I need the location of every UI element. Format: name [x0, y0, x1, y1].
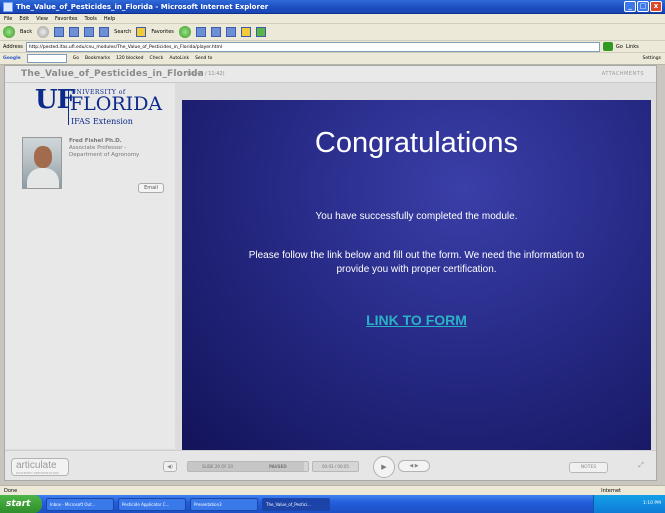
edit-icon[interactable] [225, 27, 236, 37]
articulate-wordmark: articulate [16, 460, 57, 471]
google-toolbar: Google Go Bookmarks 120 blocked Check Au… [0, 53, 665, 65]
menu-tools[interactable]: Tools [85, 16, 97, 22]
start-button[interactable]: start [0, 495, 42, 513]
autolink-button[interactable]: AutoLink [169, 56, 189, 61]
browser-toolbar: Back Search Favorites [0, 24, 665, 41]
fullscreen-icon[interactable]: ⤢ [634, 461, 648, 474]
player-window: The_Value_of_Pesticides_in_Florida (11:4… [4, 65, 657, 481]
system-tray: 1:10 PM [593, 495, 665, 513]
presenter-photo [22, 137, 62, 189]
articulate-logo: articulate POWERED PRESENTATION [11, 458, 69, 476]
folder-icon[interactable] [240, 27, 251, 37]
task-browser[interactable]: The_Value_of_Pestici... [262, 497, 330, 511]
popup-blocked[interactable]: 120 blocked [116, 56, 143, 61]
send-to-button[interactable]: Send to [195, 56, 212, 61]
ie-icon [3, 2, 13, 12]
logo-ifas: IFAS Extension [71, 117, 133, 126]
presenter-department: Department of Agronomy [69, 152, 140, 158]
home-icon[interactable] [84, 27, 95, 37]
slide-title: Congratulations [314, 127, 519, 159]
forward-icon[interactable] [37, 26, 50, 38]
menu-bar: File Edit View Favorites Tools Help [0, 14, 665, 24]
playback-status: PAUSED [269, 464, 287, 469]
google-search-input[interactable] [26, 54, 67, 63]
go-icon[interactable] [602, 42, 613, 51]
maximize-button[interactable]: □ [637, 1, 649, 12]
favorites-label[interactable]: Favorites [151, 29, 174, 35]
stop-icon[interactable] [54, 27, 65, 37]
play-button[interactable]: ▶ [373, 456, 395, 478]
logo-florida: FLORIDA [70, 93, 163, 115]
task-presentation[interactable]: Presentation3 [190, 497, 258, 511]
attachments-button[interactable]: ATTACHMENTS [602, 71, 644, 77]
clock: 1:10 PM [642, 501, 661, 506]
task-pesticide-applicator[interactable]: Pesticide Applicator C... [118, 497, 186, 511]
window-title: The_Value_of_Pesticides_in_Florida - Mic… [16, 3, 269, 11]
slide-message: You have successfully completed the modu… [315, 211, 518, 222]
time-display: 00:03 / 00:05 [312, 461, 359, 472]
course-title: The_Value_of_Pesticides_in_Florida [21, 69, 204, 79]
address-input[interactable]: http://pested.ifas.ufl.edu/cnu_modules/T… [25, 41, 600, 52]
print-icon[interactable] [210, 27, 221, 37]
address-bar: Address http://pested.ifas.ufl.edu/cnu_m… [0, 41, 665, 53]
favorites-icon [136, 27, 147, 37]
photo-body [27, 168, 59, 188]
search-label[interactable]: Search [114, 29, 131, 35]
progress-bar[interactable]: SLIDE 20 OF 20 PAUSED [187, 461, 309, 472]
menu-view[interactable]: View [36, 16, 48, 22]
status-text: Done [4, 488, 18, 494]
google-logo: Google [3, 56, 21, 61]
google-go-button[interactable]: Go [73, 56, 79, 61]
go-label[interactable]: Go [616, 44, 623, 50]
window-titlebar: The_Value_of_Pesticides_in_Florida - Mic… [0, 0, 665, 14]
slide-counter: SLIDE 20 OF 20 [202, 464, 233, 469]
menu-file[interactable]: File [4, 16, 12, 22]
menu-edit[interactable]: Edit [19, 16, 29, 22]
sidebar: UF UNIVERSITY of FLORIDA IFAS Extension … [5, 83, 175, 449]
task-outlook[interactable]: Inbox - Microsoft Out... [46, 497, 114, 511]
settings-button[interactable]: Settings [643, 56, 661, 61]
minimize-button[interactable]: _ [624, 1, 636, 12]
status-bar: Done Internet [0, 485, 665, 495]
menu-help[interactable]: Help [104, 16, 115, 22]
photo-face [34, 146, 52, 168]
back-icon[interactable] [3, 26, 15, 38]
notes-button[interactable]: NOTES [569, 462, 608, 473]
taskbar: start Inbox - Microsoft Out... Pesticide… [0, 495, 665, 513]
prev-next-buttons[interactable]: ◀ ▶ [398, 460, 430, 472]
form-link[interactable]: LINK TO FORM [182, 312, 651, 328]
slide: Congratulations You have successfully co… [182, 100, 651, 450]
close-button[interactable]: x [650, 1, 662, 12]
player-header: The_Value_of_Pesticides_in_Florida (11:4… [5, 66, 656, 83]
presenter-title: Associate Professor - [69, 145, 127, 151]
bookmarks-button[interactable]: Bookmarks [85, 56, 110, 61]
volume-button[interactable]: ◀) [163, 461, 177, 472]
logo-divider [68, 89, 69, 125]
security-zone: Internet [601, 488, 621, 494]
messenger-icon[interactable] [255, 27, 266, 37]
search-icon [99, 27, 110, 37]
spellcheck-button[interactable]: Check [150, 56, 164, 61]
back-label[interactable]: Back [20, 29, 32, 35]
uf-logo: UF UNIVERSITY of FLORIDA IFAS Extension [35, 87, 162, 127]
articulate-tagline: POWERED PRESENTATION [16, 471, 59, 475]
slide-instructions: Please follow the link below and fill ou… [248, 250, 585, 275]
player-controls: articulate POWERED PRESENTATION ◀) SLIDE… [5, 450, 656, 480]
refresh-icon[interactable] [69, 27, 80, 37]
address-label: Address [3, 43, 23, 50]
links-label[interactable]: Links [626, 44, 639, 50]
menu-favorites[interactable]: Favorites [55, 16, 78, 22]
course-time: (11:40 / 11:42) [187, 71, 225, 77]
mail-icon[interactable] [195, 27, 206, 37]
presenter-name: Fred Fishel Ph.D. [69, 138, 122, 144]
email-button[interactable]: Email [138, 183, 164, 193]
history-icon[interactable] [178, 26, 191, 38]
presenter-info: Fred Fishel Ph.D. Associate Professor - … [69, 138, 139, 159]
